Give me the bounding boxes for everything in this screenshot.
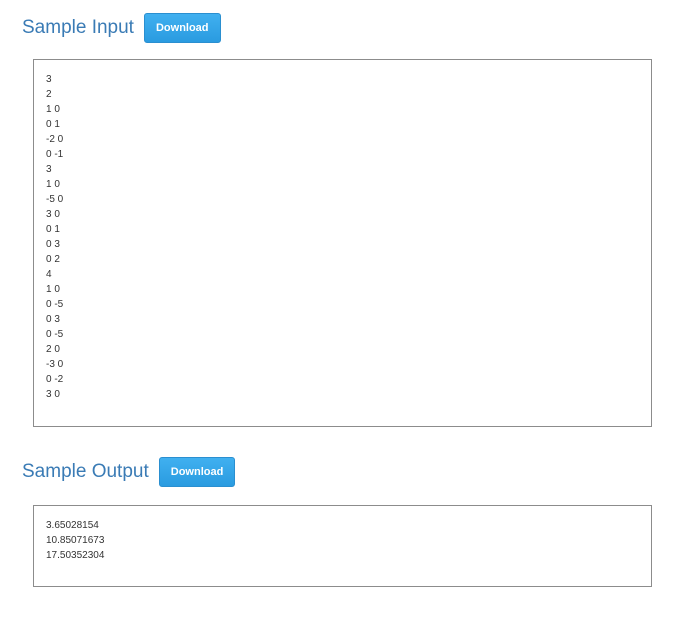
sample-input-line: 0 3	[46, 314, 60, 325]
sample-input-line: -5 0	[46, 194, 64, 205]
sample-input-line: 3 0	[46, 389, 60, 400]
sample-output-header: Sample Output Download	[22, 457, 236, 487]
sample-input-line: 3 0	[46, 209, 60, 220]
sample-input-line: 0 -5	[46, 329, 64, 340]
sample-output-line: 3.65028154	[46, 520, 99, 531]
sample-input-line: 0 1	[46, 224, 60, 235]
sample-input-line: 0 -2	[46, 374, 64, 385]
sample-input-line: 3	[46, 74, 52, 85]
sample-input-line: 0 -5	[46, 299, 64, 310]
sample-output-box: 3.65028154 10.85071673 17.50352304	[33, 505, 652, 587]
sample-input-line: 2	[46, 89, 52, 100]
sample-input-line: 0 3	[46, 239, 60, 250]
sample-output-download-button[interactable]: Download	[158, 457, 236, 487]
sample-output-title: Sample Output	[22, 461, 149, 482]
sample-input-line: -3 0	[46, 359, 64, 370]
sample-input-line: 2 0	[46, 344, 60, 355]
sample-input-line: 0 1	[46, 119, 60, 130]
sample-input-line: 3	[46, 164, 52, 175]
sample-input-line: 1 0	[46, 284, 60, 295]
sample-input-line: 0 2	[46, 254, 60, 265]
sample-input-line: -2 0	[46, 134, 64, 145]
sample-output-line: 17.50352304	[46, 550, 105, 561]
sample-input-title: Sample Input	[22, 17, 134, 38]
sample-input-download-button[interactable]: Download	[143, 13, 221, 43]
sample-input-line: 4	[46, 269, 52, 280]
sample-input-line: 1 0	[46, 179, 60, 190]
sample-input-line: 0 -1	[46, 149, 64, 160]
sample-output-line: 10.85071673	[46, 535, 105, 546]
sample-input-line: 1 0	[46, 104, 60, 115]
sample-input-header: Sample Input Download	[22, 13, 221, 43]
sample-input-box: 3 2 1 0 0 1 -2 0 0 -1 3 1 0 -5 0 3 0 0 1…	[33, 59, 652, 427]
